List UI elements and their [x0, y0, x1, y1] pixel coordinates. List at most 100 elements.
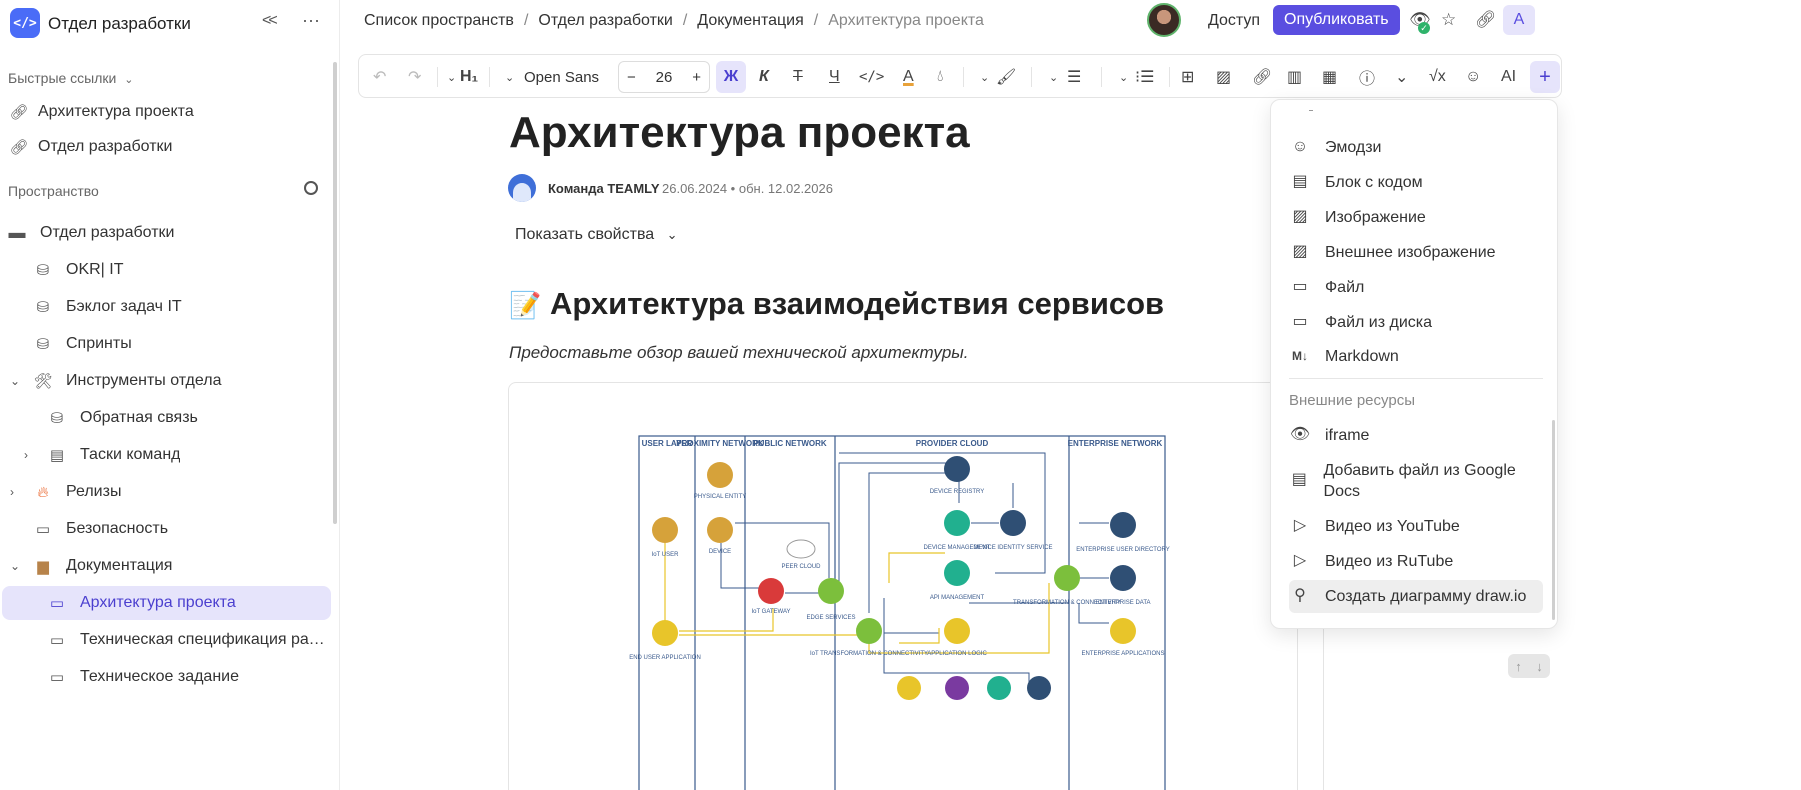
- section-subtitle[interactable]: Предоставьте обзор вашей технической арх…: [509, 343, 969, 363]
- chevron-down-icon[interactable]: ⌄: [10, 374, 24, 388]
- chevron-down-icon[interactable]: ⌄: [447, 65, 456, 89]
- chevron-down-icon[interactable]: ⌄: [1119, 65, 1128, 89]
- quick-links-header[interactable]: Быстрые ссылки ⌄: [8, 70, 133, 86]
- minus-icon[interactable]: −: [627, 69, 636, 86]
- scroll-down-icon[interactable]: ↓: [1536, 659, 1543, 674]
- underline-button[interactable]: Ч: [829, 65, 840, 89]
- menu-item-youtube[interactable]: ▷ Видео из YouTube: [1289, 516, 1541, 537]
- user-avatar-button[interactable]: A: [1503, 5, 1535, 35]
- workspace-logo[interactable]: </>: [10, 8, 40, 38]
- architecture-diagram[interactable]: USER LAYER PROXIMITY NETWORK PUBLIC NETW…: [508, 382, 1298, 790]
- inline-code-icon[interactable]: </>: [859, 65, 884, 89]
- quick-link-item[interactable]: 🔗︎ Архитектура проекта: [8, 95, 339, 129]
- author-name[interactable]: Команда TEAMLY: [548, 181, 660, 196]
- breadcrumb-item[interactable]: Документация: [697, 12, 803, 29]
- chevron-right-icon[interactable]: ›: [10, 485, 24, 499]
- collapse-sidebar-icon[interactable]: <<: [262, 12, 278, 30]
- sidebar-item-team-tasks[interactable]: › ▤ Таски команд: [24, 438, 339, 472]
- diagram-node-iot-transformation: IoT TRANSFORMATION & CONNECTIVITY: [810, 618, 928, 657]
- menu-item-rutube[interactable]: ▷ Видео из RuTube: [1289, 551, 1541, 572]
- font-size-value[interactable]: 26: [656, 69, 673, 86]
- image-icon[interactable]: ▨: [1216, 65, 1231, 89]
- avatar[interactable]: [1147, 3, 1181, 37]
- menu-item-label: Эмодзи: [1325, 139, 1382, 156]
- undo-icon[interactable]: ↶: [373, 65, 386, 89]
- image-icon: ▨: [1292, 243, 1308, 260]
- scroll-up-icon[interactable]: ↑: [1515, 659, 1522, 674]
- menu-item-google-docs[interactable]: ▤ Добавить файл из Google Docs: [1289, 460, 1541, 502]
- chevron-down-icon[interactable]: ⌄: [1049, 65, 1058, 89]
- access-button[interactable]: Доступ: [1208, 12, 1260, 30]
- workspace-title[interactable]: Отдел разработки: [48, 14, 191, 34]
- search-icon[interactable]: [304, 181, 318, 195]
- chevron-down-icon: ⌄: [124, 74, 134, 86]
- menu-item-external-image[interactable]: ▨ Внешнее изображение: [1289, 242, 1541, 263]
- svg-text:IoT TRANSFORMATION & CONNECTIV: IoT TRANSFORMATION & CONNECTIVITY: [810, 651, 928, 657]
- format-painter-icon[interactable]: 🖌︎: [996, 65, 1016, 89]
- menu-item-file[interactable]: ▭ Файл: [1289, 277, 1541, 298]
- emoji-icon[interactable]: ☺: [1465, 65, 1481, 89]
- italic-button[interactable]: К: [759, 65, 769, 89]
- section-heading[interactable]: 📝 Архитектура взаимодействия сервисов: [509, 286, 1164, 322]
- link-icon[interactable]: 🔗︎: [1252, 65, 1272, 89]
- sidebar-item-tools[interactable]: ⌄ 🛠︎ Инструменты отдела: [10, 364, 339, 398]
- info-icon[interactable]: ⓘ: [1359, 65, 1375, 89]
- menu-item-emoji[interactable]: ☺ Эмодзи: [1289, 137, 1541, 158]
- calendar-icon[interactable]: ▦: [1322, 65, 1337, 89]
- quick-link-item[interactable]: 🔗︎ Отдел разработки: [8, 130, 339, 164]
- link-icon[interactable]: 🔗︎: [1475, 10, 1497, 30]
- sidebar-item-backlog[interactable]: ⛁ Бэклог задач IT: [32, 290, 339, 324]
- sidebar-scrollbar[interactable]: [333, 62, 337, 524]
- formula-icon[interactable]: √x: [1429, 65, 1446, 89]
- highlight-color-icon[interactable]: 💧︎: [937, 65, 943, 89]
- align-left-icon[interactable]: ☰: [1067, 65, 1081, 89]
- strikethrough-button[interactable]: Т: [793, 65, 803, 89]
- menu-item-markdown[interactable]: M↓ Markdown: [1289, 346, 1541, 367]
- diagram-column-label: PUBLIC NETWORK: [753, 439, 827, 448]
- sidebar-item-tech-task[interactable]: ▭ Техническое задание: [46, 660, 339, 694]
- font-size-stepper[interactable]: − 26 +: [618, 61, 710, 93]
- star-icon[interactable]: ☆: [1441, 10, 1456, 30]
- sidebar-item-tech-spec[interactable]: ▭ Техническая спецификация разр...: [46, 623, 339, 657]
- chevron-down-icon[interactable]: ⌄: [980, 65, 989, 89]
- sidebar-item-documentation[interactable]: ⌄ ▆ Документация: [10, 549, 339, 583]
- chevron-right-icon[interactable]: ›: [24, 448, 38, 462]
- chevron-down-icon[interactable]: ⌄: [505, 65, 514, 89]
- sidebar-item-releases[interactable]: › 🔥︎ Релизы: [10, 475, 339, 509]
- menu-item-iframe[interactable]: 👁︎ iframe: [1289, 425, 1541, 446]
- heading-select[interactable]: H₁: [460, 65, 478, 89]
- svg-text:APPLICATION LOGIC: APPLICATION LOGIC: [927, 651, 987, 657]
- redo-icon[interactable]: ↷: [408, 65, 421, 89]
- menu-item-code-block[interactable]: ▤ Блок с кодом: [1289, 172, 1541, 193]
- show-properties-button[interactable]: Показать свойства ⌄: [515, 226, 678, 244]
- chevron-down-icon[interactable]: ⌄: [10, 559, 24, 573]
- toggle-block-icon[interactable]: ⌄: [1395, 65, 1408, 89]
- sidebar-item-okr[interactable]: ⛁ OKR| IT: [32, 253, 339, 287]
- show-properties-label: Показать свойства: [515, 226, 655, 243]
- bullet-list-icon[interactable]: ⁝☰: [1135, 65, 1154, 89]
- sidebar-item-security[interactable]: ▭ Безопасность: [32, 512, 339, 546]
- font-select[interactable]: Open Sans: [524, 65, 599, 89]
- columns-icon[interactable]: ▥: [1287, 65, 1302, 89]
- menu-item-file-from-disk[interactable]: ▭ Файл из диска: [1289, 312, 1541, 333]
- insert-plus-button[interactable]: +: [1530, 61, 1560, 93]
- publish-button[interactable]: Опубликовать: [1273, 5, 1400, 35]
- sidebar-item-architecture[interactable]: ▭ Архитектура проекта: [2, 586, 331, 620]
- sidebar-item-feedback[interactable]: ⛁ Обратная связь: [46, 401, 339, 435]
- text-color-icon[interactable]: A: [903, 65, 914, 89]
- plus-icon[interactable]: +: [692, 69, 701, 86]
- menu-item-image[interactable]: ▨ Изображение: [1289, 207, 1541, 228]
- menu-item-drawio[interactable]: ⚲ Создать диаграмму draw.io: [1289, 580, 1543, 613]
- sidebar-item-label: Отдел разработки: [40, 224, 175, 241]
- breadcrumb-item[interactable]: Список пространств: [364, 12, 514, 29]
- page-title[interactable]: Архитектура проекта: [509, 108, 970, 158]
- sidebar-item-sprints[interactable]: ⛁ Спринты: [32, 327, 339, 361]
- table-icon[interactable]: ⊞: [1181, 65, 1194, 89]
- bold-button[interactable]: Ж: [716, 61, 746, 93]
- ai-button[interactable]: AI: [1501, 65, 1516, 89]
- topbar: Список пространств / Отдел разработки / Доку…: [341, 0, 1801, 44]
- sidebar-item-space-root[interactable]: ▬ Отдел разработки: [6, 216, 338, 250]
- more-icon[interactable]: ···: [302, 10, 320, 31]
- breadcrumb-item[interactable]: Отдел разработки: [538, 12, 672, 29]
- menu-scrollbar[interactable]: [1552, 420, 1555, 620]
